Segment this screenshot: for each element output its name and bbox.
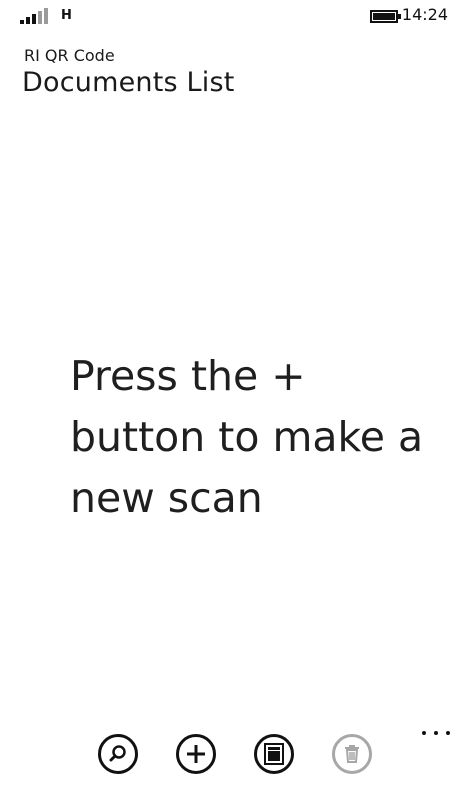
- clock: 14:24: [401, 5, 448, 24]
- add-scan-button[interactable]: [176, 734, 216, 774]
- add-icon: [187, 745, 205, 763]
- network-type: H: [61, 8, 72, 23]
- app-bar: [0, 707, 472, 787]
- more-options-icon: [446, 731, 450, 735]
- page-title: Documents List: [22, 67, 235, 98]
- battery-icon: [370, 10, 401, 23]
- delete-button[interactable]: [332, 734, 372, 774]
- status-bar: H 14:24: [0, 0, 472, 30]
- more-options-icon: [434, 731, 438, 735]
- more-options-icon: [422, 731, 426, 735]
- search-button[interactable]: [98, 734, 138, 774]
- search-icon: [109, 745, 126, 762]
- app-name: RI QR Code: [24, 46, 115, 65]
- document-icon: [264, 743, 284, 765]
- signal-strength-icon: [20, 8, 48, 24]
- document-button[interactable]: [254, 734, 294, 774]
- empty-state-message: Press the + button to make a new scan: [70, 352, 424, 522]
- trash-icon: [345, 745, 359, 763]
- more-options-button[interactable]: [422, 729, 450, 737]
